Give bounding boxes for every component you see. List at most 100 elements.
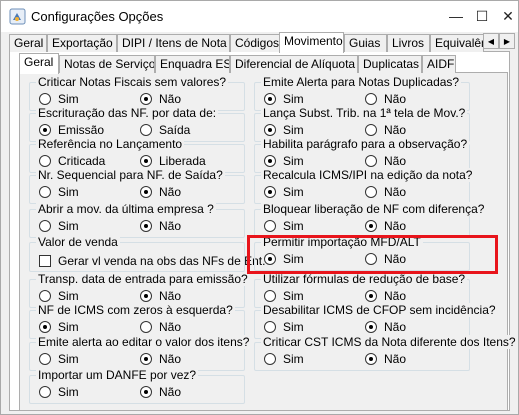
window-title: Configurações Opções — [31, 9, 164, 24]
option-group-valor-de-venda: Valor de venda Gerar vl venda na obs das … — [29, 235, 265, 272]
option-group-recalcula-icms-ipi-na-edicao-da-nota: Recalcula ICMS/IPI na edição da nota? Sim… — [254, 168, 475, 204]
radio-sim[interactable]: Sim — [264, 320, 304, 334]
option-group-title: Emite Alerta para Notas Duplicadas? — [261, 75, 462, 89]
radio-label: Sim — [58, 352, 79, 366]
radio-sim[interactable]: Sim — [39, 185, 79, 199]
radio-sim[interactable]: Sim — [264, 352, 304, 366]
radio-sim[interactable]: Sim — [39, 289, 79, 303]
radio-saida[interactable]: Saída — [140, 123, 190, 137]
radio-sim[interactable]: Sim — [39, 320, 79, 334]
radio-sim[interactable]: Sim — [264, 123, 304, 137]
radio-nao[interactable]: Não — [365, 320, 406, 334]
radio-selected-icon — [365, 353, 377, 365]
radio-nao[interactable]: Não — [140, 320, 181, 334]
option-group-title: Valor de venda — [36, 235, 120, 249]
radio-nao[interactable]: Não — [140, 219, 181, 233]
radio-label: Sim — [58, 385, 79, 399]
tab-exportacao[interactable]: Exportação — [47, 34, 117, 52]
radio-emissao[interactable]: Emissão — [39, 123, 104, 137]
option-group-title: Desabilitar ICMS de CFOP sem incidência? — [261, 303, 498, 317]
option-group-importar-um-danfe-por-vez: Importar um DANFE por vez? Sim Não — [29, 368, 245, 404]
radio-label: Não — [384, 154, 407, 168]
radio-label: Não — [159, 320, 182, 334]
radio-selected-icon — [140, 186, 152, 198]
radio-nao[interactable]: Não — [140, 185, 181, 199]
tab-guias[interactable]: Guias — [344, 34, 387, 52]
radio-nao[interactable]: Não — [140, 352, 181, 366]
radio-label: Não — [159, 289, 182, 303]
radio-label: Não — [384, 352, 407, 366]
radio-selected-icon — [39, 124, 51, 136]
radio-label: Não — [159, 185, 182, 199]
tab-dipi-itens-de-nota[interactable]: DIPI / Itens de Nota — [117, 34, 230, 52]
radio-unselected-icon — [39, 290, 51, 302]
radio-label: Não — [384, 92, 407, 106]
subtab-enquadra-es[interactable]: Enquadra ES — [155, 55, 230, 73]
tab-livros[interactable]: Livros — [387, 34, 430, 52]
radio-selected-icon — [365, 321, 377, 333]
radio-label: Não — [159, 352, 182, 366]
radio-unselected-icon — [140, 124, 152, 136]
option-group-criticar-cst-icms-da-nota-diferente-dos-: Criticar CST ICMS da Nota diferente dos … — [254, 335, 518, 371]
option-group-title: Importar um DANFE por vez? — [36, 368, 199, 382]
radio-selected-icon — [264, 124, 276, 136]
radio-sim[interactable]: Sim — [264, 219, 304, 233]
radio-nao[interactable]: Não — [365, 123, 406, 137]
radio-sim[interactable]: Sim — [264, 154, 304, 168]
radio-label: Liberada — [159, 154, 206, 168]
radio-selected-icon — [365, 290, 377, 302]
close-button[interactable]: ✕ — [493, 1, 519, 31]
radio-nao[interactable]: Não — [140, 92, 181, 106]
radio-unselected-icon — [39, 220, 51, 232]
checkbox-icon — [39, 255, 51, 267]
radio-selected-icon — [264, 155, 276, 167]
radio-selected-icon — [39, 321, 51, 333]
radio-selected-icon — [140, 93, 152, 105]
radio-nao[interactable]: Não — [365, 352, 406, 366]
radio-sim[interactable]: Sim — [264, 289, 304, 303]
radio-label: Sim — [58, 320, 79, 334]
gerar-valor-venda-checkbox[interactable]: Gerar vl venda na obs das NFs de Ent. — [39, 254, 265, 268]
radio-sim[interactable]: Sim — [39, 92, 79, 106]
radio-nao[interactable]: Não — [365, 154, 406, 168]
radio-label: Sim — [283, 92, 304, 106]
radio-sim[interactable]: Sim — [39, 385, 79, 399]
radio-label: Sim — [283, 320, 304, 334]
tab-scroll-left-button[interactable]: ◀ — [483, 33, 499, 49]
radio-nao[interactable]: Não — [365, 92, 406, 106]
subtab-geral[interactable]: Geral — [19, 53, 59, 74]
radio-label: Sim — [283, 219, 304, 233]
radio-criticada[interactable]: Criticada — [39, 154, 105, 168]
radio-selected-icon — [140, 220, 152, 232]
radio-unselected-icon — [264, 220, 276, 232]
tab-movimento[interactable]: Movimento — [279, 32, 344, 53]
top-tab-strip: Geral Exportação DIPI / Itens de Nota Có… — [9, 32, 518, 53]
radio-nao[interactable]: Não — [140, 289, 181, 303]
radio-sim[interactable]: Sim — [39, 219, 79, 233]
option-group-title: Nr. Sequencial para NF. de Saída? — [36, 168, 225, 182]
subtab-diferencial-de-aliquota[interactable]: Diferencial de Alíquota — [230, 55, 358, 73]
option-group-nr-sequencial-para-nf-de-saida: Nr. Sequencial para NF. de Saída? Sim Não — [29, 168, 245, 204]
tab-scroll-right-button[interactable]: ▶ — [499, 33, 515, 49]
subtab-notas-de-servico[interactable]: Notas de Serviço — [59, 55, 155, 73]
tab-geral[interactable]: Geral — [9, 34, 47, 52]
option-group-title: Bloquear liberação de NF com diferença? — [261, 202, 487, 216]
radio-sim[interactable]: Sim — [39, 352, 79, 366]
title-bar[interactable]: Configurações Opções — ☐ ✕ — [1, 1, 518, 32]
radio-unselected-icon — [39, 186, 51, 198]
tab-codigos[interactable]: Códigos — [230, 34, 280, 52]
subtab-aidf[interactable]: AIDF — [422, 55, 456, 73]
radio-label: Sim — [283, 289, 304, 303]
radio-nao[interactable]: Não — [365, 185, 406, 199]
radio-sim[interactable]: Sim — [264, 185, 304, 199]
radio-nao[interactable]: Não — [365, 289, 406, 303]
tab-equivalencias[interactable]: Equivalênci — [430, 34, 484, 52]
radio-unselected-icon — [365, 186, 377, 198]
radio-nao[interactable]: Não — [365, 219, 406, 233]
option-group-title: Lança Subst. Trib. na 1ª tela de Mov.? — [261, 106, 468, 120]
subtab-duplicatas[interactable]: Duplicatas — [358, 55, 422, 73]
radio-sim[interactable]: Sim — [264, 92, 304, 106]
option-group-title: Transp. data de entrada para emissão? — [36, 272, 250, 286]
radio-nao[interactable]: Não — [140, 385, 181, 399]
radio-liberada[interactable]: Liberada — [140, 154, 206, 168]
